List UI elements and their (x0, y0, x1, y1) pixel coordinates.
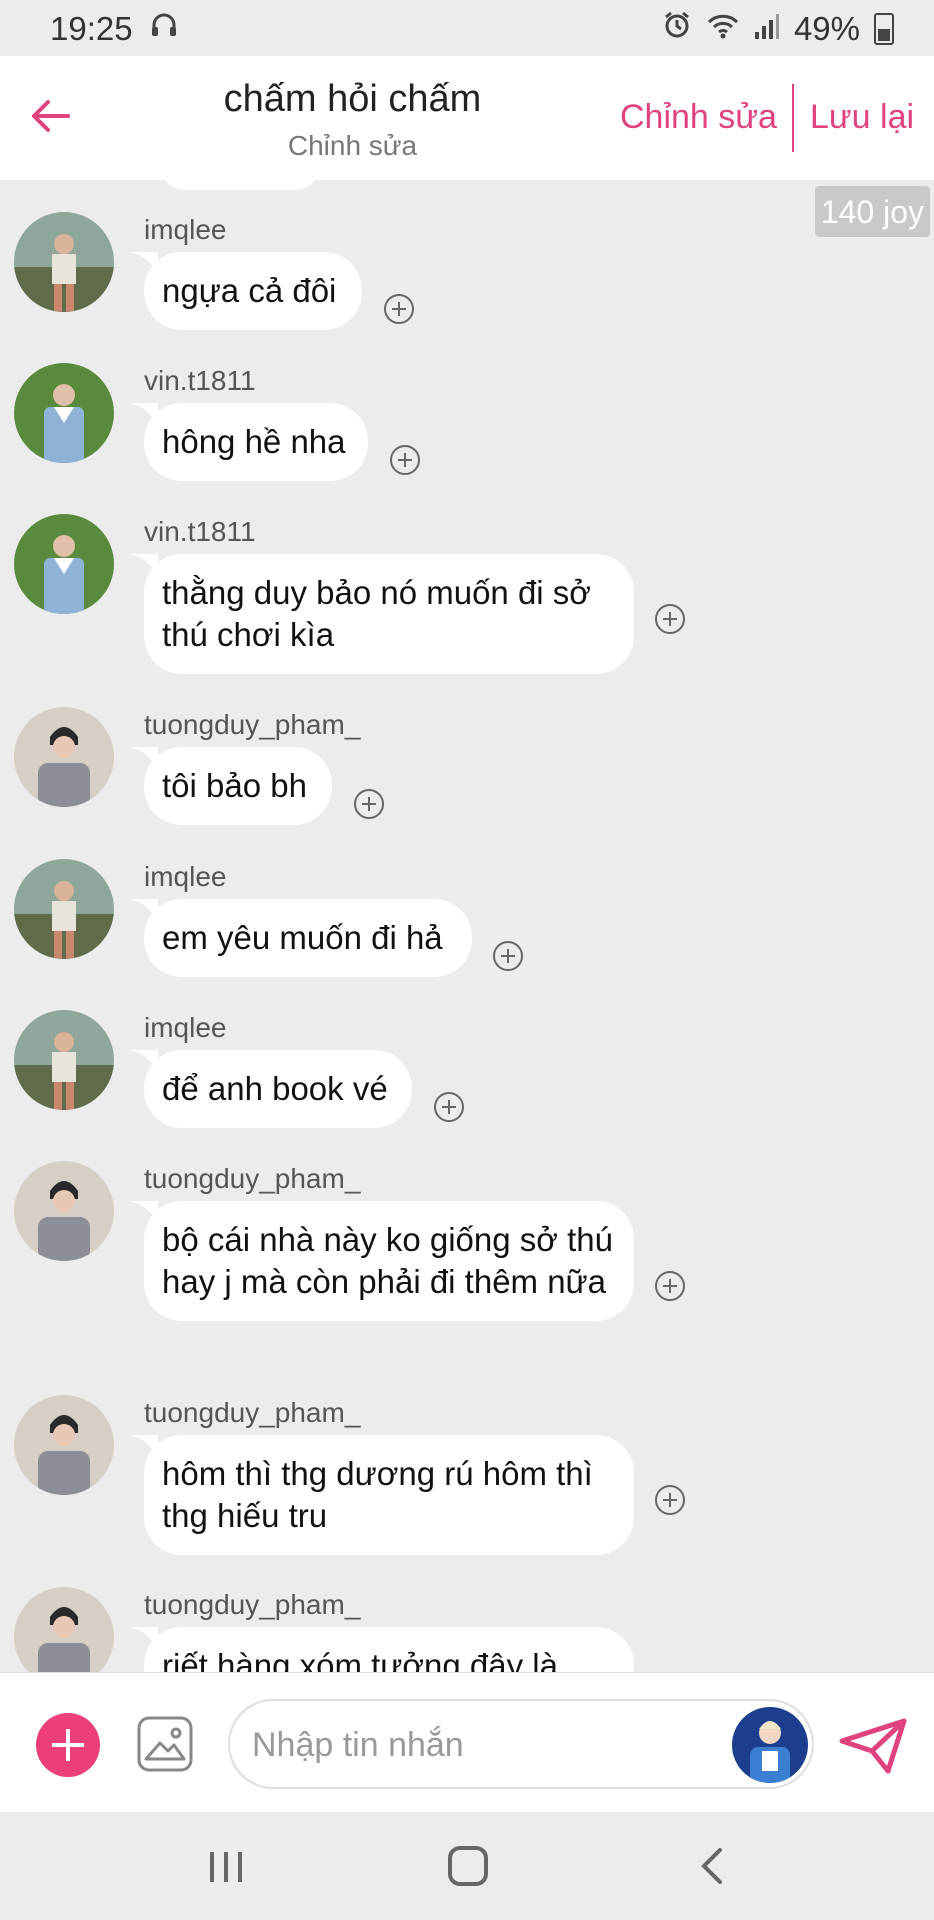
send-icon[interactable] (838, 1717, 908, 1775)
react-plus-icon[interactable] (655, 1485, 685, 1515)
avatar[interactable] (14, 707, 114, 807)
add-plus-icon[interactable] (36, 1713, 100, 1777)
message-composer (0, 1672, 934, 1813)
joy-badge: 140 joy (814, 186, 930, 237)
signal-icon (754, 10, 780, 48)
react-plus-icon[interactable] (655, 604, 685, 634)
message-username: imqlee (144, 861, 227, 892)
battery-icon (874, 13, 894, 45)
message-username: tuongduy_pham_ (144, 1589, 361, 1620)
sticker-avatar-icon[interactable] (732, 1707, 808, 1783)
avatar[interactable] (14, 1587, 114, 1672)
message-input-wrapper (228, 1699, 814, 1789)
message-bubble[interactable]: bộ cái nhà này ko giống sở thú hay j mà … (144, 1201, 634, 1321)
message-bubble[interactable]: riết hàng xóm tưởng đây là (144, 1627, 634, 1672)
recent-apps-icon[interactable] (208, 1850, 244, 1884)
chat-title: chấm hỏi chấm (223, 78, 482, 120)
back-chevron-icon[interactable] (696, 1846, 726, 1886)
react-plus-icon[interactable] (493, 941, 523, 971)
system-nav-bar (0, 1812, 934, 1920)
message-username: tuongduy_pham_ (144, 709, 361, 740)
header-divider (792, 84, 794, 152)
message-bubble[interactable]: em yêu muốn đi hả (144, 899, 472, 977)
chat-header: chấm hỏi chấm Chỉnh sửa Chỉnh sửa Lưu lạ… (0, 56, 934, 180)
message-list[interactable]: 140 joy imqlee ngựa cả đôi vin.t1811 hôn… (0, 180, 934, 1672)
save-button[interactable]: Lưu lại (810, 98, 914, 137)
react-plus-icon[interactable] (655, 1271, 685, 1301)
message-bubble[interactable]: hôm thì thg dương rú hôm thì thg hiếu tr… (144, 1435, 634, 1555)
headphones-icon (150, 12, 178, 45)
chat-subtitle[interactable]: Chỉnh sửa (0, 130, 705, 162)
message-username: tuongduy_pham_ (144, 1163, 361, 1194)
message-bubble[interactable]: tôi bảo bh (144, 747, 332, 825)
status-bar: 19:25 49% (0, 0, 934, 56)
wifi-icon (706, 10, 740, 48)
react-plus-icon[interactable] (434, 1092, 464, 1122)
message-bubble[interactable]: ngựa cả đôi (144, 252, 362, 330)
avatar[interactable] (14, 1395, 114, 1495)
react-plus-icon[interactable] (354, 789, 384, 819)
home-icon[interactable] (448, 1846, 488, 1886)
message-input[interactable] (250, 1719, 714, 1771)
message-bubble[interactable]: để anh book vé (144, 1050, 412, 1128)
avatar[interactable] (14, 1010, 114, 1110)
avatar[interactable] (14, 1161, 114, 1261)
avatar[interactable] (14, 859, 114, 959)
message-username: vin.t1811 (144, 516, 256, 547)
status-time: 19:25 (50, 10, 133, 47)
react-plus-icon[interactable] (384, 294, 414, 324)
previous-message-bubble (160, 180, 320, 190)
avatar[interactable] (14, 363, 114, 463)
message-bubble[interactable]: thằng duy bảo nó muốn đi sở thú chơi kìa (144, 554, 634, 674)
edit-button[interactable]: Chỉnh sửa (620, 98, 777, 137)
avatar[interactable] (14, 514, 114, 614)
message-username: imqlee (144, 1012, 227, 1043)
message-username: tuongduy_pham_ (144, 1397, 361, 1428)
image-gallery-icon[interactable] (136, 1715, 194, 1773)
message-username: imqlee (144, 214, 227, 245)
avatar[interactable] (14, 212, 114, 312)
message-bubble[interactable]: hông hề nha (144, 403, 368, 481)
react-plus-icon[interactable] (390, 445, 420, 475)
alarm-icon (662, 10, 692, 48)
battery-percent: 49% (793, 10, 860, 47)
message-username: vin.t1811 (144, 365, 256, 396)
